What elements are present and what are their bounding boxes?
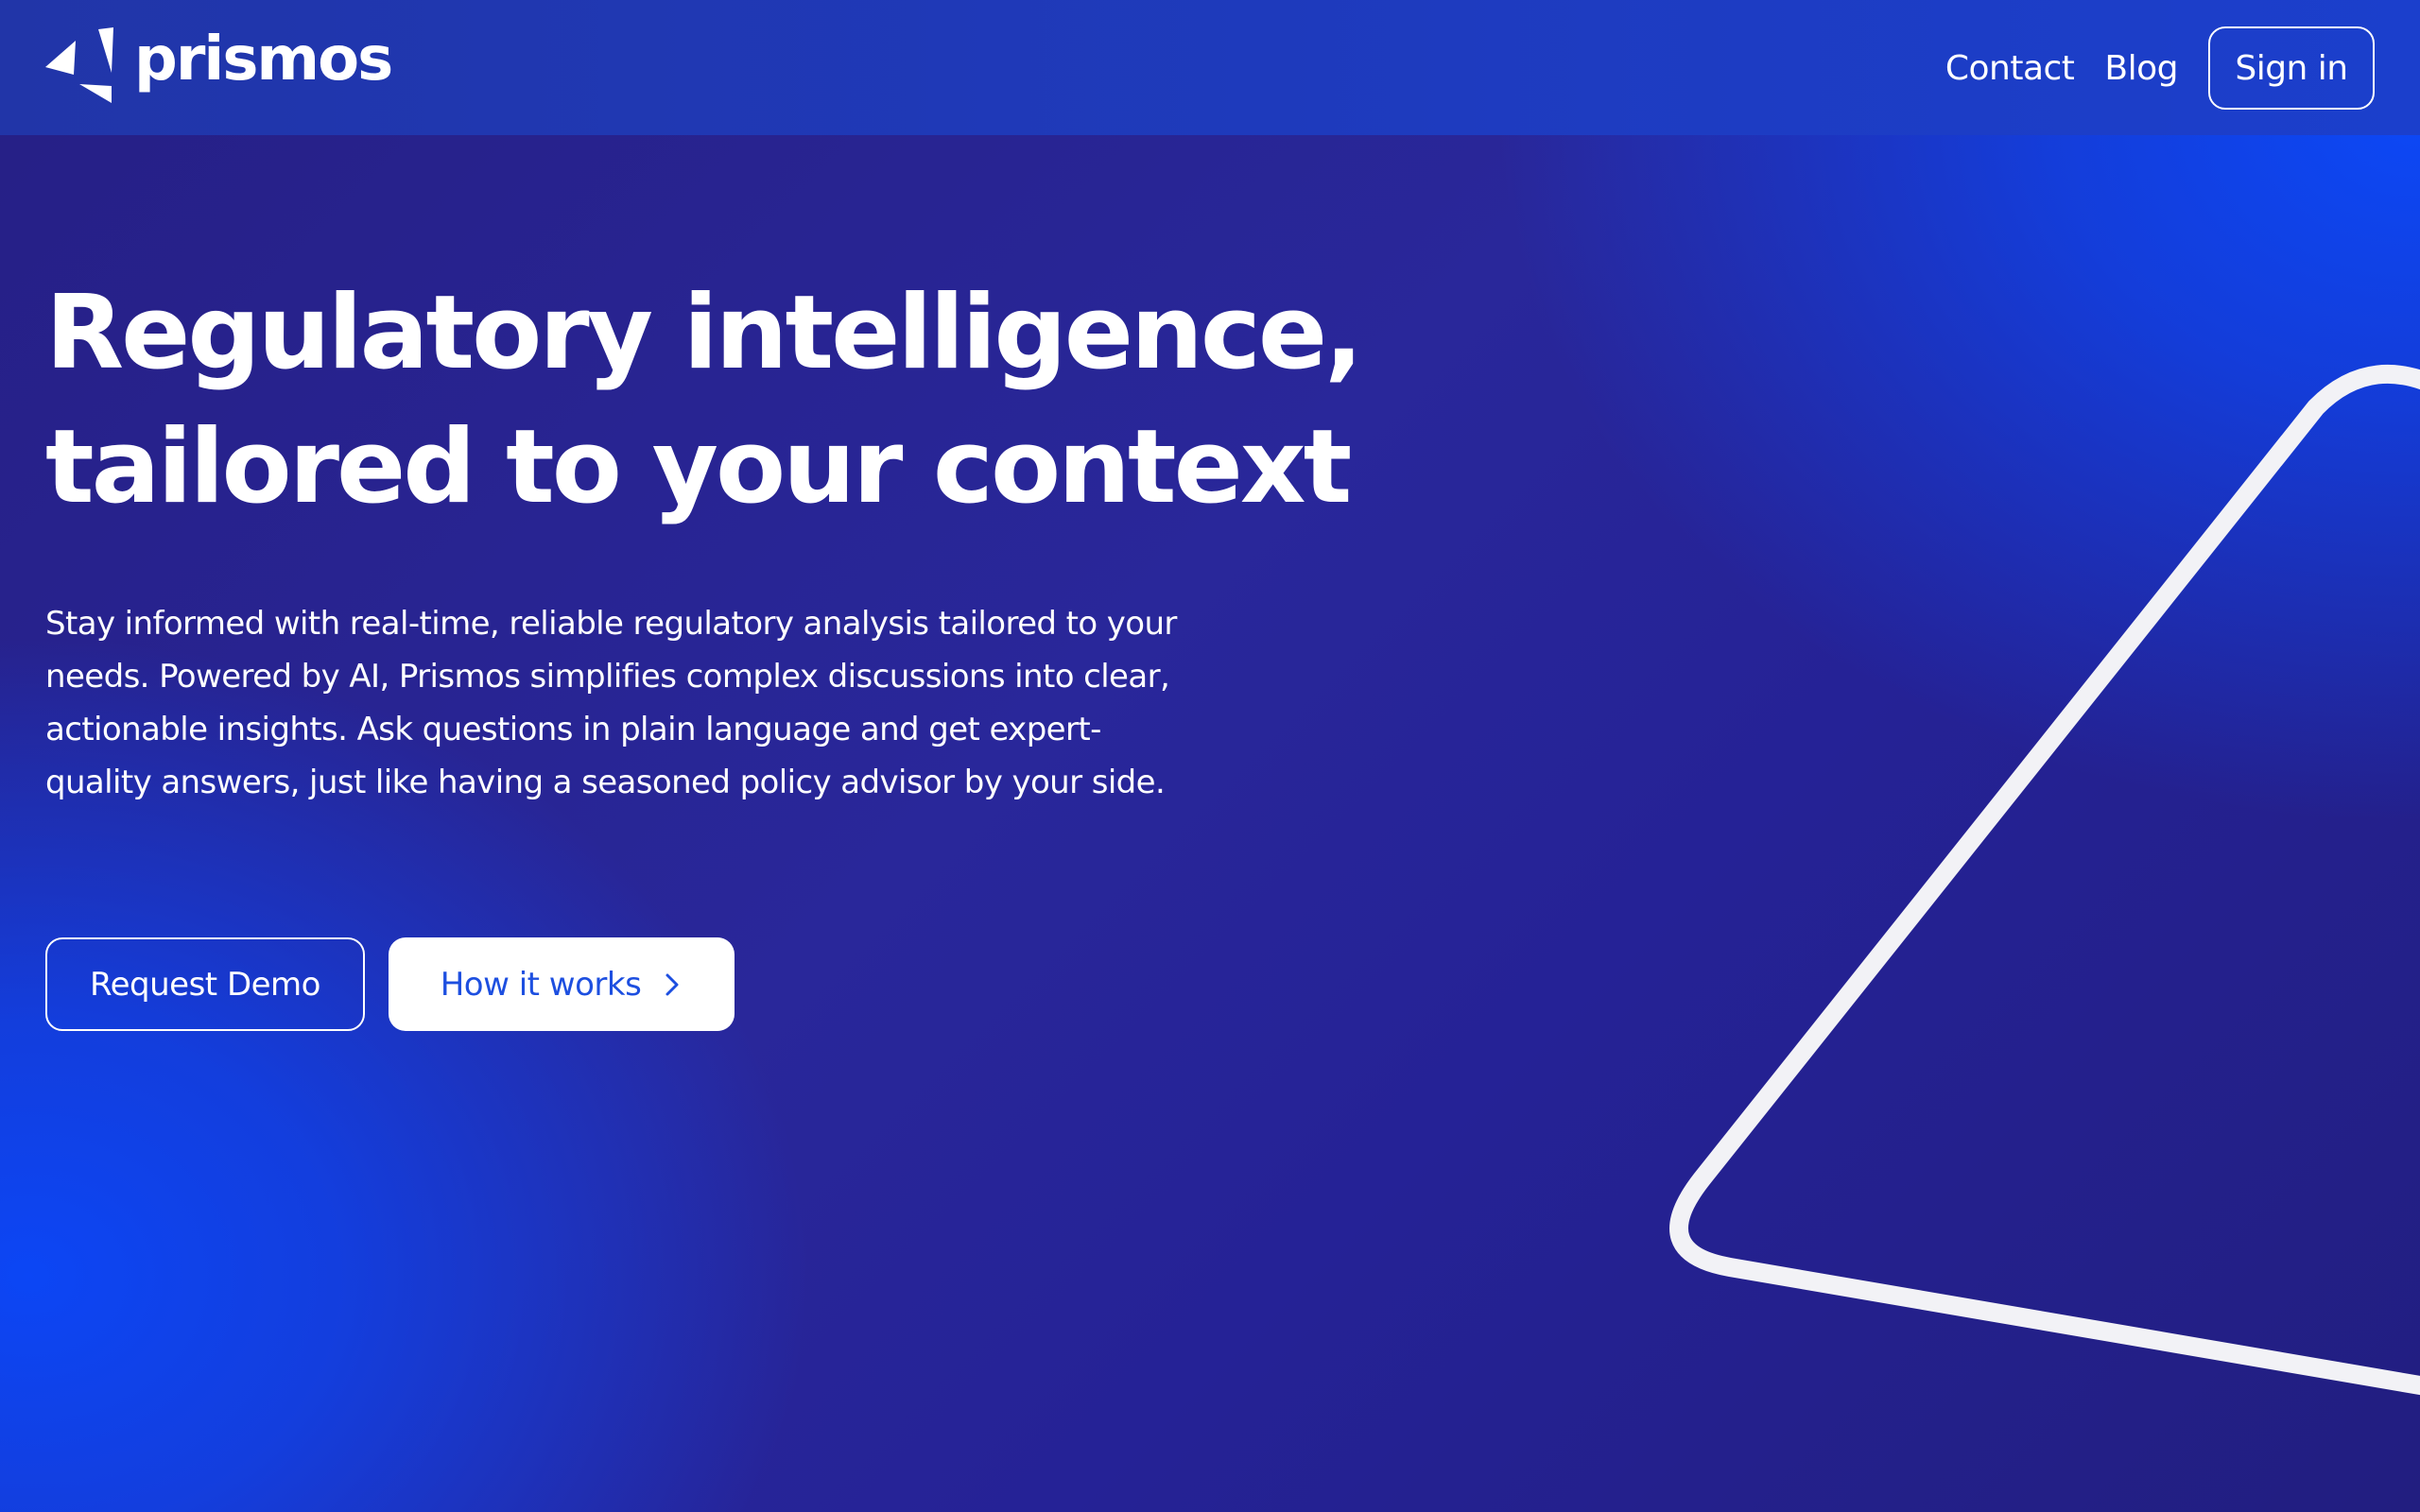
nav-link-blog[interactable]: Blog	[2104, 49, 2178, 88]
hero-headline-line-1: Regulatory intelligence,	[45, 274, 1363, 392]
brand-logo[interactable]: prismos	[45, 25, 393, 104]
request-demo-button[interactable]: Request Demo	[45, 937, 365, 1031]
hero-headline-line-2: tailored to your context	[45, 408, 1352, 526]
hero-description: Stay informed with real-time, reliable r…	[45, 605, 1177, 801]
hero-headline: Regulatory intelligence, tailored to you…	[45, 266, 1369, 535]
chevron-right-icon	[666, 973, 679, 995]
nav-link-contact[interactable]: Contact	[1945, 49, 2075, 88]
request-demo-label: Request Demo	[90, 965, 320, 1004]
how-it-works-label: How it works	[440, 965, 642, 1004]
hero-cta-group: Request Demo How it works	[45, 937, 735, 1031]
sign-in-button[interactable]: Sign in	[2208, 26, 2375, 110]
how-it-works-button[interactable]: How it works	[389, 937, 735, 1031]
header-nav: Contact Blog Sign in	[1945, 25, 2375, 112]
top-navigation-bar: prismos Contact Blog Sign in	[0, 0, 2420, 135]
landing-page: prismos Contact Blog Sign in Regulatory …	[0, 0, 2420, 1512]
brand-name: prismos	[134, 25, 393, 94]
prism-shard-icon	[45, 27, 113, 103]
